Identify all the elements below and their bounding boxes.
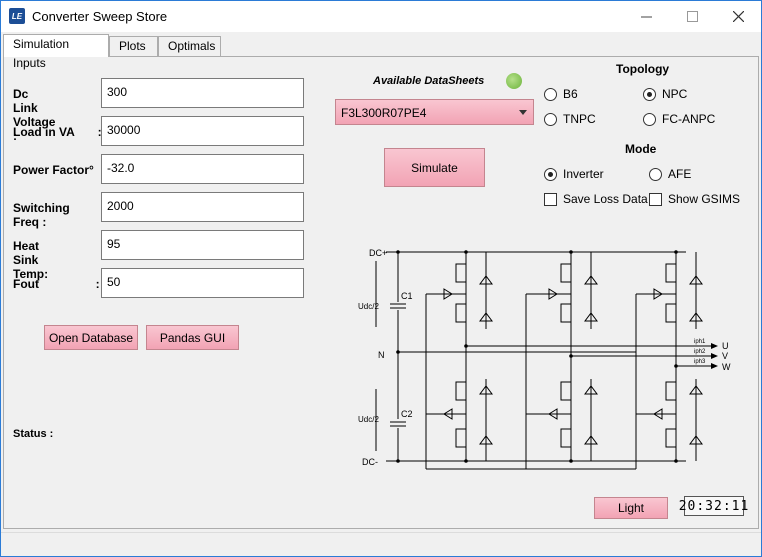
mode-afe-radio[interactable]: AFE	[649, 167, 691, 181]
radio-label: B6	[563, 87, 578, 101]
mode-title: Mode	[625, 142, 657, 156]
window-title: Converter Sweep Store	[32, 9, 168, 24]
current-iph2-label: iph2	[694, 349, 706, 355]
checkbox-indicator	[649, 192, 662, 206]
tab-simulation-inputs[interactable]: Simulation Inputs	[3, 34, 109, 70]
output-w-label: W	[722, 362, 731, 372]
radio-label: Inverter	[563, 167, 604, 181]
minimize-icon[interactable]	[623, 1, 669, 32]
status-led-icon	[506, 73, 522, 89]
simulate-button[interactable]: Simulate	[384, 148, 485, 187]
c2-label: C2	[401, 409, 413, 419]
mode-inverter-radio[interactable]: Inverter	[544, 167, 604, 181]
radio-label: TNPC	[563, 112, 596, 126]
dc-plus-label: DC+	[369, 248, 387, 258]
save-loss-data-checkbox[interactable]: Save Loss Data	[544, 192, 648, 206]
npc-circuit-diagram: DC+ DC- N C1 C2 Udc/2 Udc/2 U V W iph1 i…	[358, 248, 731, 470]
light-button[interactable]: Light	[594, 497, 668, 519]
dc-minus-label: DC-	[362, 457, 378, 467]
fout-label: Fout :	[13, 277, 100, 291]
clock-display: 20:32:11	[679, 496, 748, 516]
app-window: LE Converter Sweep Store Simulation Inpu…	[0, 0, 762, 557]
radio-indicator	[544, 167, 557, 181]
topology-npc-radio[interactable]: NPC	[643, 87, 687, 101]
radio-indicator	[643, 112, 656, 126]
output-u-label: U	[722, 341, 729, 351]
load-in-va-input[interactable]: 30000	[101, 116, 304, 146]
radio-label: NPC	[662, 87, 688, 101]
checkbox-label: Show GSIMS	[668, 192, 741, 206]
status-bar	[1, 532, 761, 556]
heat-sink-temp-input[interactable]: 95	[101, 230, 304, 260]
switching-freq-input[interactable]: 2000	[101, 192, 304, 222]
topology-b6-radio[interactable]: B6	[544, 87, 578, 101]
topology-title: Topology	[616, 62, 670, 76]
dc-link-voltage-input[interactable]: 300	[101, 78, 304, 108]
app-logo-icon: LE	[9, 8, 25, 24]
neutral-label: N	[378, 350, 385, 360]
current-iph1-label: iph1	[694, 339, 706, 345]
current-iph3-label: iph3	[694, 359, 706, 365]
checkbox-indicator	[544, 192, 557, 206]
topology-fc-anpc-radio[interactable]: FC-ANPC	[643, 112, 715, 126]
radio-indicator	[544, 87, 557, 101]
udc-upper-label: Udc/2	[358, 302, 379, 311]
radio-indicator	[649, 167, 662, 181]
c1-label: C1	[401, 291, 413, 301]
show-gsims-checkbox[interactable]: Show GSIMS	[649, 192, 740, 206]
chevron-down-icon	[519, 110, 527, 115]
checkbox-label: Save Loss Data	[563, 192, 648, 206]
datasheets-label: Available DataSheets	[373, 75, 485, 87]
tab-optimals[interactable]: Optimals	[158, 36, 221, 56]
topology-tnpc-radio[interactable]: TNPC	[544, 112, 596, 126]
radio-indicator	[643, 87, 656, 101]
datasheet-select-value: F3L300R07PE4	[341, 106, 427, 120]
switching-freq-label: Switching Freq :	[13, 201, 70, 229]
power-factor-label: Power Factor° :	[13, 163, 108, 177]
status-label: Status :	[13, 428, 54, 440]
load-in-va-label: Load in VA :	[13, 125, 102, 139]
open-database-button[interactable]: Open Database	[44, 325, 138, 350]
fout-input[interactable]: 50	[101, 268, 304, 298]
maximize-icon[interactable]	[669, 1, 715, 32]
udc-lower-label: Udc/2	[358, 415, 379, 424]
radio-indicator	[544, 112, 557, 126]
tab-plots[interactable]: Plots	[109, 36, 158, 56]
output-v-label: V	[722, 351, 728, 361]
heat-sink-temp-label: Heat Sink Temp:	[13, 239, 49, 281]
close-icon[interactable]	[715, 1, 761, 32]
power-factor-input[interactable]: -32.0	[101, 154, 304, 184]
radio-label: FC-ANPC	[662, 112, 716, 126]
datasheet-select[interactable]: F3L300R07PE4	[335, 99, 534, 125]
title-bar: LE Converter Sweep Store	[1, 1, 761, 32]
radio-label: AFE	[668, 167, 692, 181]
pandas-gui-button[interactable]: Pandas GUI	[146, 325, 239, 350]
